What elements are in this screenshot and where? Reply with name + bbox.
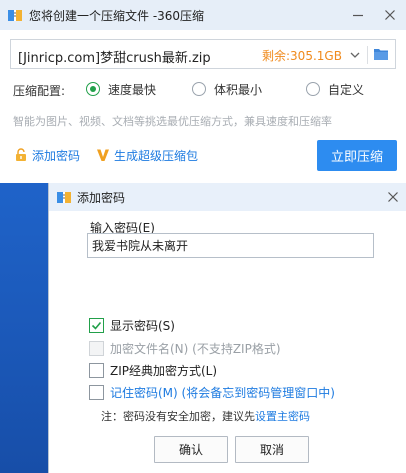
- chevron-down-icon[interactable]: [348, 48, 362, 62]
- option-label: 自定义: [328, 82, 365, 97]
- window-title: 您将创建一个压缩文件 -360压缩: [29, 9, 205, 23]
- add-password-dialog: 添加密码 输入密码(E) 显示密码(S) 加密文件名(N) (不支持ZIP格式)…: [48, 183, 406, 473]
- compress-window: 您将创建一个压缩文件 -360压缩 [Jinricp.com]梦甜crush最新…: [0, 0, 406, 183]
- show-password-checkbox[interactable]: 显示密码(S): [89, 317, 175, 333]
- desktop-background: [0, 183, 48, 473]
- radio-circle: [86, 82, 100, 96]
- option-smallest-radio[interactable]: 体积最小: [192, 81, 262, 97]
- remember-password-checkbox[interactable]: 记住密码(M) (将会备忘到密码管理窗口中): [89, 384, 335, 400]
- vip-v-icon: [97, 149, 109, 161]
- archive-app-icon: [8, 10, 22, 21]
- confirm-button[interactable]: 确认: [154, 436, 228, 463]
- close-icon: [388, 192, 398, 202]
- checkbox-box: [89, 384, 104, 400]
- dialog-close-button[interactable]: [381, 186, 405, 208]
- super-package-text: 生成超级压缩包: [114, 148, 199, 163]
- close-button[interactable]: [378, 4, 402, 26]
- dialog-title: 添加密码: [77, 191, 126, 205]
- archive-app-icon: [57, 192, 71, 203]
- note-text: 注：密码没有安全加密，建议先: [101, 410, 255, 423]
- option-fastest-radio[interactable]: 速度最快: [86, 81, 156, 97]
- output-path-value: [Jinricp.com]梦甜crush最新.zip: [18, 51, 211, 66]
- folder-icon[interactable]: [373, 47, 389, 61]
- lock-icon: [16, 148, 26, 161]
- compression-config-label: 压缩配置:: [13, 84, 66, 98]
- checkbox-label: ZIP经典加密方式(L): [110, 363, 218, 378]
- option-label: 体积最小: [214, 82, 263, 97]
- checkbox-label: 加密文件名(N) (不支持ZIP格式): [110, 341, 281, 356]
- compression-hint: 智能为图片、视频、文档等挑选最优压缩方式，兼具速度和压缩率: [13, 115, 332, 128]
- checkbox-label: 记住密码(M) (将会备忘到密码管理窗口中): [110, 385, 335, 400]
- title-bar: 您将创建一个压缩文件 -360压缩: [0, 0, 406, 30]
- compress-now-button[interactable]: 立即压缩: [317, 140, 397, 171]
- set-master-password-link[interactable]: 设置主密码: [255, 410, 310, 423]
- cancel-button[interactable]: 取消: [235, 436, 309, 463]
- checkbox-box: [89, 340, 104, 356]
- free-space-label: 剩余:305.1GB: [262, 49, 342, 63]
- path-divider: [367, 46, 368, 64]
- radio-circle: [192, 82, 206, 96]
- close-icon: [385, 10, 395, 20]
- password-input[interactable]: [87, 233, 374, 258]
- output-path-field[interactable]: [Jinricp.com]梦甜crush最新.zip 剩余:305.1GB: [10, 39, 396, 69]
- super-package-link[interactable]: 生成超级压缩包: [96, 147, 198, 163]
- checkbox-box: [89, 362, 104, 378]
- option-label: 速度最快: [108, 82, 157, 97]
- minimize-button[interactable]: [346, 4, 370, 26]
- checkmark-icon: [91, 321, 102, 330]
- add-password-text: 添加密码: [32, 148, 81, 163]
- minimize-icon: [353, 14, 363, 17]
- checkbox-box: [89, 317, 104, 333]
- zip-classic-encryption-checkbox[interactable]: ZIP经典加密方式(L): [89, 362, 217, 378]
- security-note: 注：密码没有安全加密，建议先设置主密码: [101, 408, 310, 424]
- radio-circle: [306, 82, 320, 96]
- encrypt-filename-checkbox[interactable]: 加密文件名(N) (不支持ZIP格式): [89, 340, 281, 356]
- add-password-link[interactable]: 添加密码: [14, 147, 80, 163]
- checkbox-label: 显示密码(S): [110, 318, 175, 333]
- dialog-title-bar: 添加密码: [49, 183, 406, 211]
- option-custom-radio[interactable]: 自定义: [306, 81, 364, 97]
